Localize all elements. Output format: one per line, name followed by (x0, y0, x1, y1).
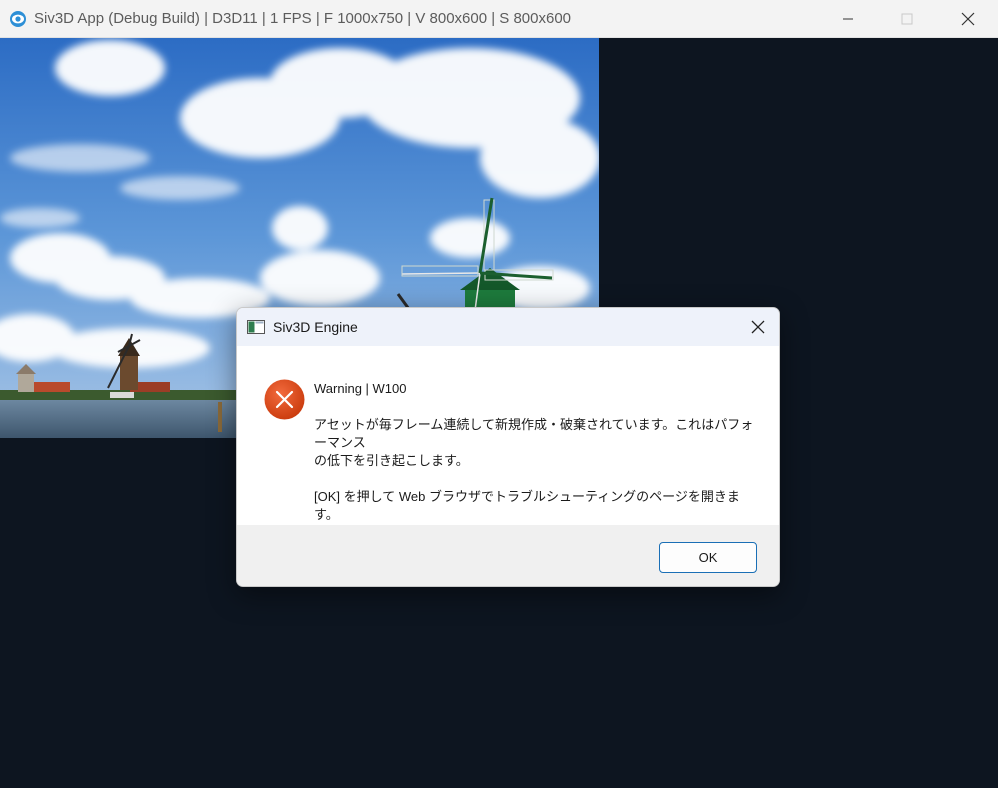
siv3d-app-icon (10, 10, 26, 27)
error-icon (264, 379, 305, 420)
warning-dialog: Siv3D Engine Warning | W100 アセットが毎フレーム連続… (236, 307, 780, 587)
dialog-body: Warning | W100 アセットが毎フレーム連続して新規作成・破棄されてい… (237, 346, 779, 525)
app-window: Siv3D App (Debug Build) | D3D11 | 1 FPS … (0, 0, 998, 788)
window-title: Siv3D App (Debug Build) | D3D11 | 1 FPS … (34, 10, 572, 27)
dialog-title: Siv3D Engine (273, 319, 358, 335)
dialog-footer: OK (237, 525, 779, 586)
maximize-button[interactable] (877, 0, 937, 38)
dialog-message: Warning | W100 アセットが毎フレーム連続して新規作成・破棄されてい… (314, 380, 754, 524)
title-bar[interactable]: Siv3D App (Debug Build) | D3D11 | 1 FPS … (0, 0, 998, 38)
dialog-title-bar[interactable]: Siv3D Engine (237, 308, 779, 346)
minimize-button[interactable] (818, 0, 878, 38)
close-button[interactable] (938, 0, 998, 38)
window-icon (247, 320, 265, 334)
warning-heading: Warning | W100 (314, 381, 407, 396)
ok-button[interactable]: OK (659, 542, 757, 573)
close-icon (751, 320, 765, 334)
minimize-icon (843, 18, 853, 20)
message-line-2: の低下を引き起こします。 (314, 453, 469, 468)
message-line-3: [OK] を押して Web ブラウザでトラブルシューティングのページを開きます。 (314, 489, 740, 522)
close-icon (961, 12, 975, 26)
message-line-1: アセットが毎フレーム連続して新規作成・破棄されています。これはパフォーマンス (314, 417, 754, 450)
dialog-close-button[interactable] (747, 316, 769, 338)
maximize-icon (901, 13, 913, 25)
